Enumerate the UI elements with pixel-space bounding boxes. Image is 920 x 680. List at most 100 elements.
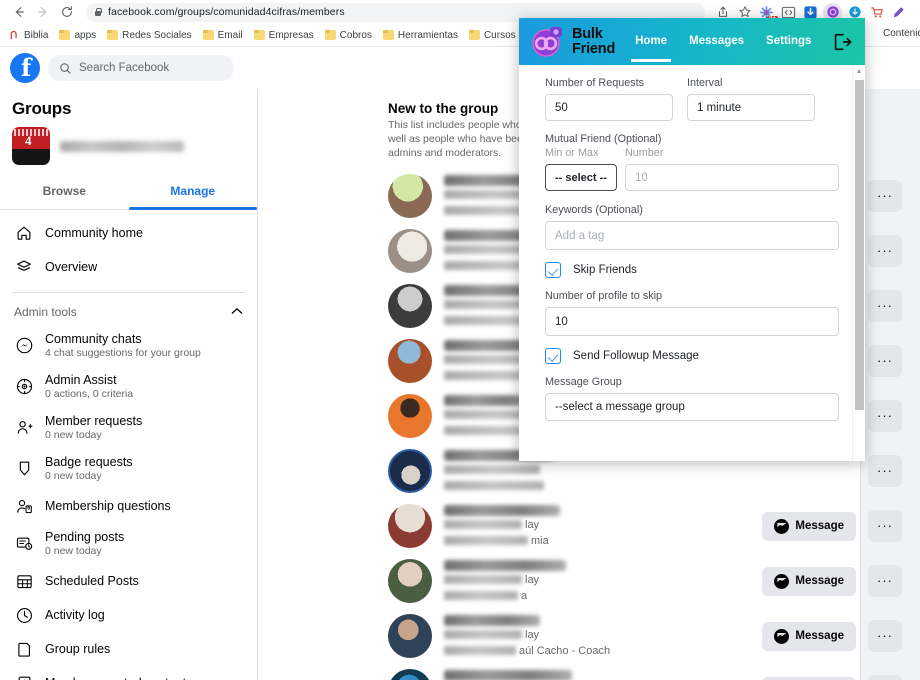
followup-row[interactable]: Send Followup Message (545, 348, 839, 364)
message-group-field-group: Message Group --select a message group (545, 376, 839, 421)
more-options-button[interactable]: ··· (868, 400, 902, 433)
avatar[interactable] (388, 394, 432, 439)
bookmark-contenido[interactable]: Contenido (878, 26, 920, 41)
popup-scrollbar[interactable]: ▲ (852, 65, 865, 461)
bookmark-biblia[interactable]: Biblia (4, 28, 53, 43)
sidebar-item-label: Membership questions (45, 499, 171, 513)
sidebar-item-community-home[interactable]: Community home (6, 216, 251, 250)
pen-extension-icon[interactable] (889, 3, 908, 22)
tab-browse[interactable]: Browse (0, 175, 129, 209)
skip-friends-row[interactable]: Skip Friends (545, 262, 839, 278)
more-options-button[interactable]: ··· (868, 675, 902, 680)
member-joined: lay (444, 519, 750, 532)
tab-manage[interactable]: Manage (128, 175, 258, 210)
minmax-field-group: Min or Max -- select -- (545, 147, 617, 191)
member-location-visible: aúl Cacho - Coach (519, 644, 611, 657)
avatar[interactable] (388, 284, 432, 329)
scroll-up-arrow-icon[interactable]: ▲ (853, 65, 865, 78)
sidebar-item-overview[interactable]: Overview (6, 250, 251, 284)
avatar[interactable] (388, 229, 432, 274)
more-options-button[interactable]: ··· (868, 565, 902, 598)
group-tabs: Browse Manage (0, 175, 257, 210)
requests-label: Number of Requests (545, 77, 645, 89)
min-or-max-select[interactable]: -- select -- (545, 164, 617, 191)
back-arrow-icon[interactable] (8, 1, 30, 23)
bookmark-apps[interactable]: apps (54, 28, 101, 43)
bookmark-empresas[interactable]: Empresas (249, 28, 319, 43)
mutual-number-input[interactable]: 10 (625, 164, 839, 191)
tab-home[interactable]: Home (631, 21, 672, 62)
avatar[interactable] (388, 669, 432, 680)
bookmark-label: Cursos (483, 29, 516, 41)
more-options-button[interactable]: ··· (868, 235, 902, 268)
sidebar-item-activity-log[interactable]: Activity log (6, 598, 251, 632)
message-button[interactable]: Message (762, 511, 856, 541)
list-item[interactable]: lay aúl Cacho - Coach Message ··· (258, 609, 920, 664)
list-item[interactable]: lay a Message ··· (258, 554, 920, 609)
sidebar-item-badge-requests[interactable]: Badge requests 0 new today (6, 448, 251, 489)
message-button[interactable]: Message (762, 621, 856, 651)
more-options-button[interactable]: ··· (868, 180, 902, 213)
sidebar-nav: Community home Overview (0, 210, 257, 284)
number-of-requests-input[interactable]: 50 (545, 94, 673, 121)
more-options-button[interactable]: ··· (868, 620, 902, 653)
message-button-label: Message (795, 575, 844, 588)
member-location (444, 480, 856, 493)
send-followup-label: Send Followup Message (573, 350, 699, 362)
sidebar-item-community-chats[interactable]: Community chats 4 chat suggestions for y… (6, 325, 251, 366)
avatar[interactable] (388, 559, 432, 604)
cart-extension-icon[interactable] (867, 3, 886, 22)
more-options-button[interactable]: ··· (868, 290, 902, 323)
more-options-button[interactable]: ··· (868, 510, 902, 543)
skip-friends-checkbox[interactable] (545, 262, 561, 278)
more-options-button[interactable]: ··· (868, 455, 902, 488)
message-button[interactable]: Message (762, 566, 856, 596)
sidebar-item-group-rules[interactable]: Group rules (6, 632, 251, 666)
search-input[interactable]: Search Facebook (48, 55, 234, 81)
bookmark-cursos[interactable]: Cursos (464, 28, 521, 43)
avatar[interactable] (388, 504, 432, 549)
person-question-icon (14, 496, 34, 516)
avatar[interactable] (388, 614, 432, 659)
facebook-logo-icon[interactable] (10, 53, 40, 83)
keywords-field-group: Keywords (Optional) Add a tag (545, 204, 839, 250)
avatar[interactable] (388, 449, 432, 494)
folder-icon (107, 30, 119, 40)
sidebar-item-admin-assist[interactable]: Admin Assist 0 actions, 0 criteria (6, 366, 251, 407)
list-item[interactable]: lay mia Message ··· (258, 499, 920, 554)
tab-settings[interactable]: Settings (766, 21, 811, 62)
sidebar-item-member-reported-content[interactable]: Member-reported content (6, 666, 251, 680)
forward-arrow-icon[interactable] (32, 1, 54, 23)
bookmark-redes-sociales[interactable]: Redes Sociales (102, 28, 196, 43)
bookmark-email[interactable]: Email (198, 28, 248, 43)
bookmark-herramientas[interactable]: Herramientas (378, 28, 463, 43)
reload-icon[interactable] (56, 1, 78, 23)
search-placeholder: Search Facebook (79, 62, 170, 74)
chevron-up-icon[interactable] (231, 307, 243, 317)
clock-icon (14, 605, 34, 625)
message-group-select[interactable]: --select a message group (545, 393, 839, 421)
skip-count-input[interactable]: 10 (545, 307, 839, 336)
list-item[interactable]: Joined last Monday Message ··· (258, 664, 920, 680)
interval-label: Interval (687, 77, 723, 89)
sidebar-item-member-requests[interactable]: Member requests 0 new today (6, 407, 251, 448)
keywords-input[interactable]: Add a tag (545, 221, 839, 250)
member-location-visible: a (521, 589, 528, 602)
logout-icon[interactable] (831, 31, 853, 53)
admin-tools-section-header[interactable]: Admin tools (0, 301, 257, 325)
tab-messages[interactable]: Messages (689, 21, 744, 62)
sidebar-item-label: Activity log (45, 608, 105, 622)
sidebar-item-pending-posts[interactable]: Pending posts 0 new today (6, 523, 251, 564)
more-options-button[interactable]: ··· (868, 345, 902, 378)
current-group[interactable] (0, 125, 257, 173)
sidebar-item-scheduled-posts[interactable]: Scheduled Posts (6, 564, 251, 598)
admin-tools-label: Admin tools (14, 305, 77, 319)
scrollbar-thumb[interactable] (855, 80, 864, 410)
avatar[interactable] (388, 339, 432, 384)
message-button[interactable]: Message (762, 676, 856, 680)
sidebar-item-membership-questions[interactable]: Membership questions (6, 489, 251, 523)
interval-input[interactable]: 1 minute (687, 94, 815, 121)
bookmark-cobros[interactable]: Cobros (320, 28, 377, 43)
send-followup-checkbox[interactable] (545, 348, 561, 364)
avatar[interactable] (388, 174, 432, 219)
